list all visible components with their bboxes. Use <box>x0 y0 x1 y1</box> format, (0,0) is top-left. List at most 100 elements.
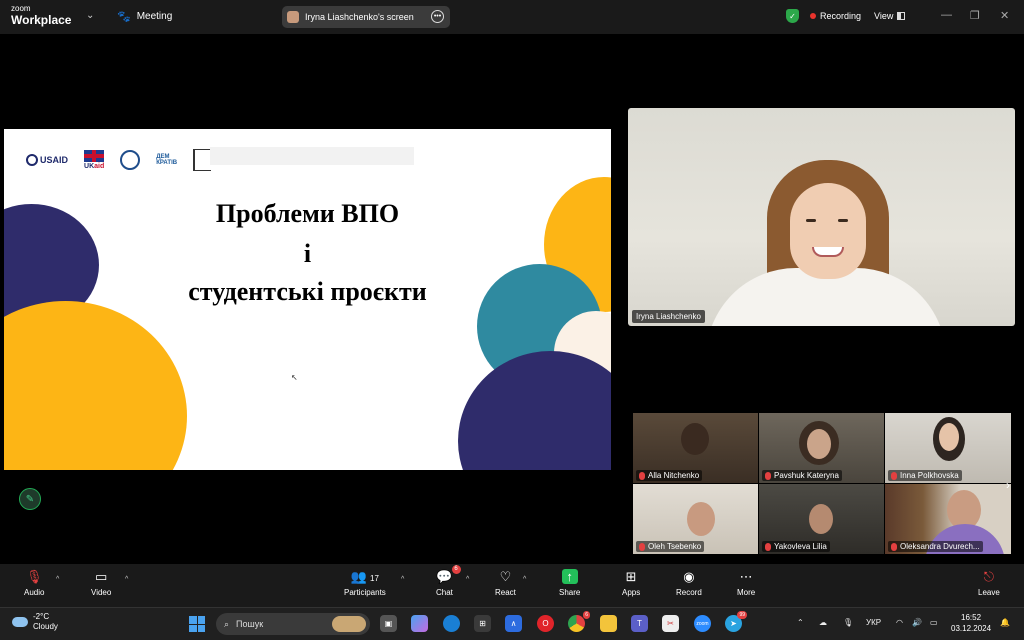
participant-tile[interactable]: Alla Nitchenko <box>633 413 758 483</box>
usaid-logo-text: USAID <box>40 155 69 165</box>
shield-icon[interactable]: ✓ <box>786 9 799 23</box>
teams-icon[interactable]: T <box>631 615 648 632</box>
zoom-logo[interactable]: zoom Workplace <box>11 5 71 27</box>
logo-strip <box>210 147 414 165</box>
more-button[interactable]: ⋯ More <box>737 569 755 597</box>
muted-mic-icon <box>891 542 897 551</box>
weather-widget[interactable]: -2°C Cloudy <box>12 612 58 631</box>
participant-face <box>807 429 831 459</box>
audio-options-caret-icon[interactable]: ^ <box>56 576 59 583</box>
record-dot-icon <box>810 13 816 19</box>
recording-indicator[interactable]: Recording <box>810 11 861 21</box>
telegram-icon[interactable]: ➤ 99 <box>725 611 747 632</box>
screen-share-indicator[interactable]: Iryna Liashchenko's screen ••• <box>282 6 450 28</box>
copilot-icon[interactable] <box>411 615 428 632</box>
vpn-app-icon[interactable]: ∧ <box>505 615 522 632</box>
language-indicator[interactable]: УКР <box>866 618 881 627</box>
search-highlight-image <box>332 616 366 632</box>
participant-tile[interactable]: Inna Polkhovska <box>885 413 1011 483</box>
ukaid-logo: UKaid <box>84 150 104 170</box>
leave-door-icon: ⎋ <box>983 569 995 584</box>
chat-options-caret-icon[interactable]: ^ <box>466 576 469 583</box>
telegram-badge: 99 <box>737 611 747 619</box>
recording-label: Recording <box>820 11 862 21</box>
participant-tile[interactable]: Yakovleva Lilia <box>759 484 884 554</box>
chevron-down-icon[interactable]: ⌄ <box>86 10 94 21</box>
participant-name: Oleksandra Dvurech... <box>900 542 980 551</box>
react-button[interactable]: ♡ React <box>495 569 516 597</box>
edge-browser-icon[interactable] <box>443 615 460 632</box>
more-options-icon[interactable]: ••• <box>431 10 444 23</box>
opera-browser-icon[interactable]: O <box>537 615 554 632</box>
notification-bell-icon[interactable]: 🔔 <box>1000 618 1010 627</box>
participants-button[interactable]: 👥 17 Participants <box>344 569 386 597</box>
windows-start-icon[interactable] <box>189 616 205 632</box>
share-button[interactable]: ↑ Share <box>559 569 580 597</box>
top-bar: zoom Workplace ⌄ 🐾 Meeting Iryna Liashch… <box>0 0 1024 34</box>
participant-tile[interactable]: Pavshuk Kateryna <box>759 413 884 483</box>
screen-share-label: Iryna Liashchenko's screen <box>305 12 414 22</box>
zoom-taskbar-icon[interactable]: zoom <box>694 615 711 632</box>
smile <box>812 247 844 257</box>
leave-button[interactable]: ⎋ Leave <box>978 569 1000 597</box>
globe-logo-icon <box>120 150 141 170</box>
close-icon[interactable]: ✕ <box>1000 9 1009 22</box>
democracy-logo: ДЕМ КРАТІВ <box>156 154 177 166</box>
file-explorer-icon[interactable] <box>600 615 617 632</box>
leave-label: Leave <box>978 588 1000 597</box>
chat-label: Chat <box>436 588 453 597</box>
view-button[interactable]: View <box>874 11 906 21</box>
tray-expand-icon[interactable]: ⌃ <box>797 618 804 627</box>
taskbar-clock[interactable]: 16:52 03.12.2024 <box>951 613 991 635</box>
video-button[interactable]: ▭ Video <box>91 569 111 597</box>
minimize-icon[interactable]: — <box>941 9 952 21</box>
cloud-icon <box>12 616 28 627</box>
wifi-icon[interactable]: ◠ <box>896 618 903 627</box>
chat-icon: 💬 6 <box>436 565 461 584</box>
participant-tile[interactable]: Oleksandra Dvurech... <box>885 484 1011 554</box>
audio-button[interactable]: 🎙 Audio <box>24 569 44 597</box>
chat-button[interactable]: 💬 6 Chat <box>436 565 461 597</box>
video-options-caret-icon[interactable]: ^ <box>125 576 128 583</box>
participants-count: 17 <box>370 574 379 583</box>
microsoft-store-icon[interactable]: ⊞ <box>474 615 491 632</box>
participant-head <box>809 504 833 534</box>
slide-shape-gold-left <box>4 301 187 470</box>
avatar <box>287 11 299 23</box>
record-icon: ◉ <box>683 569 695 584</box>
participant-name-tag: Pavshuk Kateryna <box>762 470 842 481</box>
chrome-badge: 6 <box>583 611 590 619</box>
participant-name-tag: Alla Nitchenko <box>636 470 703 481</box>
participant-gallery: Alla Nitchenko Pavshuk Kateryna Inna Pol… <box>633 413 1011 555</box>
participant-tile[interactable]: Oleh Tsebenko <box>633 484 758 554</box>
participant-head <box>681 423 709 455</box>
apps-icon: ⊞ <box>625 569 637 584</box>
gallery-next-icon[interactable]: › <box>1006 478 1010 492</box>
volume-icon[interactable]: 🔊 <box>912 618 922 627</box>
snipping-tool-icon[interactable]: ✂ <box>662 615 679 632</box>
annotate-pencil-icon[interactable]: ✎ <box>19 488 41 510</box>
chrome-browser-icon[interactable]: 6 <box>568 611 590 632</box>
react-options-caret-icon[interactable]: ^ <box>523 576 526 583</box>
microphone-tray-icon[interactable]: 🎙 <box>843 618 853 627</box>
taskbar-search[interactable]: ⌕ Пошук <box>216 613 370 635</box>
maximize-icon[interactable]: ❐ <box>970 9 980 22</box>
onedrive-icon[interactable]: ☁ <box>819 618 827 627</box>
weather-temperature: -2°C <box>33 612 50 621</box>
participant-name: Alla Nitchenko <box>648 471 700 480</box>
apps-button[interactable]: ⊞ Apps <box>622 569 640 597</box>
task-view-icon[interactable]: ▣ <box>380 615 397 632</box>
active-speaker-video[interactable]: Iryna Liashchenko <box>628 108 1015 326</box>
mouse-cursor-icon: ↖ <box>291 373 298 382</box>
weather-condition: Cloudy <box>33 621 58 631</box>
record-button[interactable]: ◉ Record <box>676 569 702 597</box>
meeting-menu[interactable]: 🐾 Meeting <box>117 10 172 23</box>
windows-taskbar: -2°C Cloudy ⌕ Пошук ▣ ⊞ ∧ O 6 T ✂ zoom ➤… <box>0 607 1024 640</box>
share-label: Share <box>559 588 581 597</box>
speaker-name-tag: Iryna Liashchenko <box>632 310 705 323</box>
participants-options-caret-icon[interactable]: ^ <box>401 576 404 583</box>
meeting-label: Meeting <box>136 11 173 22</box>
dem-logo-line2: КРАТІВ <box>156 160 178 166</box>
usaid-logo: USAID <box>26 154 68 166</box>
battery-icon[interactable]: ▭ <box>930 618 938 627</box>
